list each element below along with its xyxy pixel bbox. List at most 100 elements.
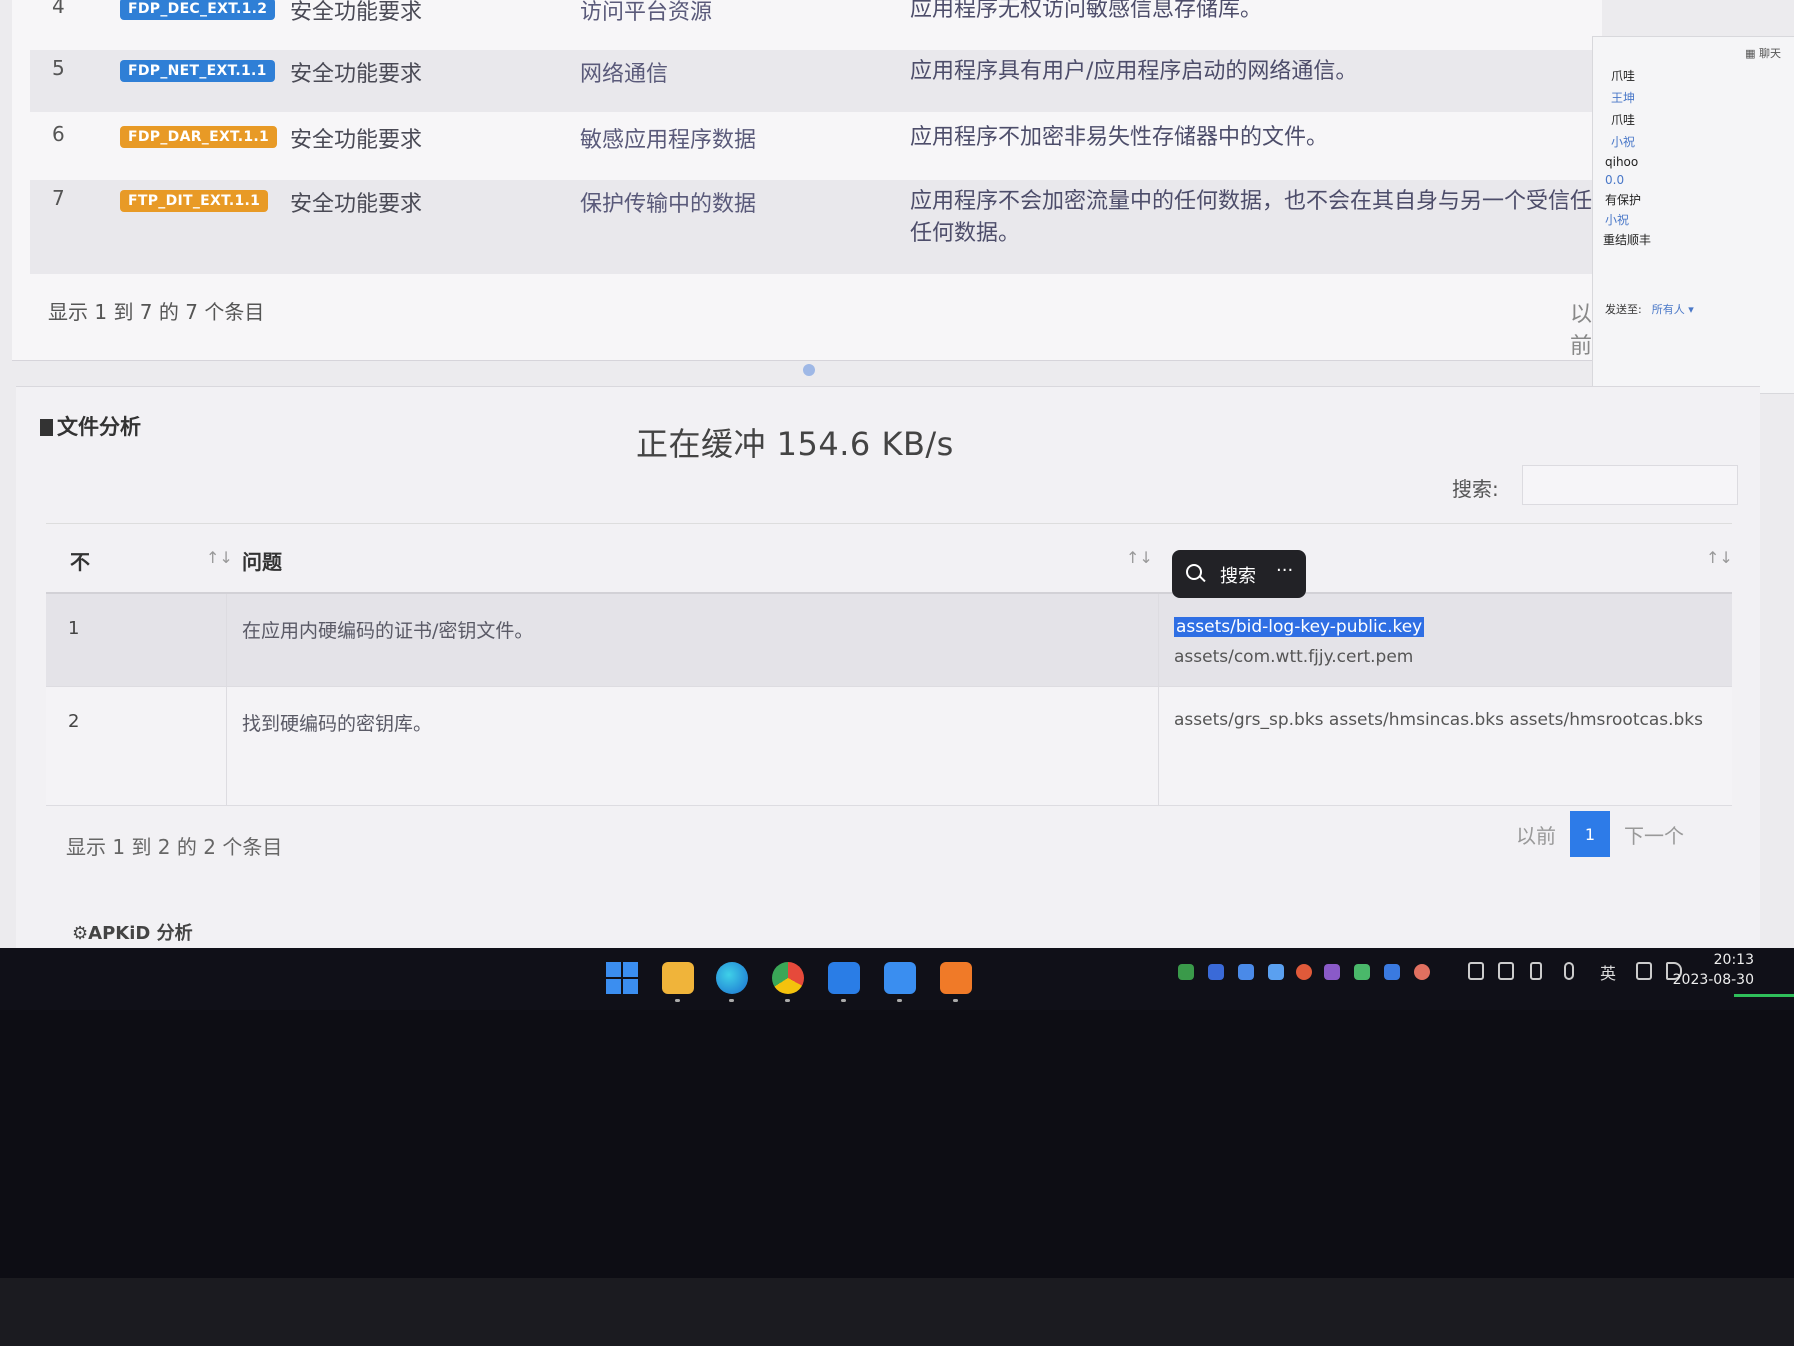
chat-message: 爪哇 [1611, 69, 1636, 83]
search-label: 搜索: [1452, 477, 1499, 501]
monitor-icon[interactable] [1468, 962, 1484, 980]
more-icon[interactable]: ··· [1276, 560, 1293, 581]
requirement-description: 应用程序无权访问敏感信息存储库。 [910, 0, 1263, 22]
next-section-title: ⚙APKiD 分析 [72, 923, 193, 944]
table-info: 显示 1 到 2 的 2 个条目 [66, 835, 283, 859]
requirements-panel: 4 FDP_DEC_EXT.1.2 安全功能要求 访问平台资源 应用程序无权访问… [12, 0, 1610, 361]
table-row: 6 FDP_DAR_EXT.1.1 安全功能要求 敏感应用程序数据 应用程序不加… [30, 118, 1610, 178]
page-1-button[interactable]: 1 [1570, 811, 1610, 857]
column-header-number[interactable]: 不 [70, 546, 90, 575]
chat-message: 重结顺丰 [1603, 233, 1652, 247]
previous-page-button[interactable]: 以前 [1516, 820, 1556, 849]
requirement-category: 网络通信 [580, 62, 669, 87]
notification-indicator [1734, 994, 1794, 997]
taskbar [0, 948, 1794, 1010]
row-number: 4 [52, 0, 65, 18]
remote-desktop-icon[interactable] [940, 962, 972, 1002]
selection-search-popup[interactable]: 搜索 ··· [1172, 550, 1306, 598]
usb-icon[interactable] [1530, 962, 1542, 980]
system-clock[interactable]: 20:13 2023-08-30 [1673, 950, 1754, 990]
file-list: assets/bid-log-key-public.key assets/com… [1174, 612, 1425, 672]
document-icon [40, 419, 53, 436]
row-number: 6 [52, 122, 65, 146]
table-row: 2 找到硬编码的密钥库。 assets/grs_sp.bks assets/hm… [46, 687, 1732, 806]
chat-message: 爪哇 [1611, 113, 1636, 127]
file-path[interactable]: assets/grs_sp.bks assets/hmsincas.bks as… [1174, 705, 1703, 735]
table-row: 1 在应用内硬编码的证书/密钥文件。 assets/bid-log-key-pu… [46, 594, 1732, 687]
file-analysis-table: 不 ↑↓ 问题 ↑↓ 文件 ↑↓ 1 在应用内硬编码的证书/密钥文件。 asse… [46, 523, 1733, 806]
description-line: 应用程序不会加密流量中的任何数据，也不会在其自身与另一个受信任的I [910, 189, 1610, 214]
chat-message: 小祝 [1605, 213, 1630, 227]
chat-panel: ▦ 聊天 爪哇 王坤 爪哇 小祝 qihoo 0.0 有保护 小祝 重结顺丰 发… [1592, 36, 1794, 394]
tray-icon[interactable] [1178, 964, 1194, 980]
search-input[interactable] [1522, 465, 1738, 505]
window-icon[interactable] [1498, 962, 1514, 980]
requirement-type: 安全功能要求 [290, 0, 423, 25]
requirement-type: 安全功能要求 [290, 192, 423, 217]
issue-text: 找到硬编码的密钥库。 [242, 713, 433, 735]
tray-icon[interactable] [1296, 964, 1312, 980]
table-header: 不 ↑↓ 问题 ↑↓ 文件 ↑↓ [46, 523, 1733, 594]
edge-browser-icon[interactable] [716, 962, 748, 1002]
chat-message: 有保护 [1605, 193, 1642, 207]
popup-search-label[interactable]: 搜索 [1220, 562, 1256, 588]
tray-icon[interactable] [1324, 964, 1340, 980]
requirement-badge: FDP_NET_EXT.1.1 [120, 60, 275, 82]
input-language[interactable]: 英 [1600, 960, 1616, 984]
windows-start-icon[interactable] [606, 962, 638, 994]
file-explorer-icon[interactable] [662, 962, 694, 1002]
tray-icon[interactable] [1414, 964, 1430, 980]
requirement-category: 访问平台资源 [580, 0, 713, 25]
tray-icon[interactable] [1384, 964, 1400, 980]
search-icon [1186, 564, 1202, 580]
description-line: 任何数据。 [910, 221, 1021, 246]
send-to-selector[interactable]: 发送至: 所有人 ▾ [1605, 301, 1694, 317]
tray-icon[interactable] [1238, 964, 1254, 980]
app-icon-2[interactable] [884, 962, 916, 1002]
sort-icon[interactable]: ↑↓ [1706, 548, 1733, 567]
clock-time: 20:13 [1713, 952, 1754, 968]
requirement-badge: FTP_DIT_EXT.1.1 [120, 190, 269, 212]
requirement-badge: FDP_DAR_EXT.1.1 [120, 126, 278, 148]
requirement-type: 安全功能要求 [290, 128, 423, 153]
send-to-label: 发送至: [1605, 303, 1642, 316]
clock-date: 2023-08-30 [1672, 972, 1754, 988]
send-to-value[interactable]: 所有人 ▾ [1652, 303, 1694, 316]
requirement-badge: FDP_DEC_EXT.1.2 [120, 0, 276, 20]
tray-icon[interactable] [1354, 964, 1370, 980]
requirement-description: 应用程序不会加密流量中的任何数据，也不会在其自身与另一个受信任的I 任何数据。 [910, 186, 1610, 250]
table-info: 显示 1 到 7 的 7 个条目 [48, 300, 265, 324]
selected-file-path[interactable]: assets/bid-log-key-public.key [1174, 617, 1425, 637]
requirement-category: 保护传输中的数据 [580, 192, 757, 217]
file-path[interactable]: assets/com.wtt.fjjy.cert.pem [1174, 642, 1424, 672]
requirement-description: 应用程序具有用户/应用程序启动的网络通信。 [910, 59, 1358, 84]
file-list: assets/grs_sp.bks assets/hmsincas.bks as… [1174, 705, 1703, 735]
monitor-edge [0, 1278, 1794, 1346]
row-number: 1 [68, 618, 80, 639]
sort-icon[interactable]: ↑↓ [206, 548, 233, 567]
network-icon[interactable] [1636, 962, 1652, 980]
microphone-icon[interactable] [1564, 962, 1574, 980]
requirement-description: 应用程序不加密非易失性存储器中的文件。 [910, 125, 1329, 150]
chat-message: 0.0 [1605, 173, 1625, 187]
row-number: 2 [68, 711, 80, 732]
sort-icon[interactable]: ↑↓ [1126, 548, 1153, 567]
column-header-issue[interactable]: 问题 [242, 546, 282, 575]
requirement-type: 安全功能要求 [290, 62, 423, 87]
pagination: 以前 1 下一个 [1516, 811, 1684, 857]
shield-icon[interactable] [1208, 964, 1224, 980]
chat-message: qihoo [1605, 155, 1639, 169]
buffering-overlay: 正在缓冲 154.6 KB/s [636, 425, 954, 463]
file-analysis-panel: 文件分析 正在缓冲 154.6 KB/s 搜索: 不 ↑↓ 问题 ↑↓ 文件 ↑… [16, 386, 1760, 948]
cloud-icon[interactable] [1268, 964, 1284, 980]
next-page-button[interactable]: 下一个 [1624, 820, 1684, 849]
table-row: 4 FDP_DEC_EXT.1.2 安全功能要求 访问平台资源 应用程序无权访问… [30, 0, 1610, 34]
chat-message: 王坤 [1611, 91, 1636, 105]
requirement-category: 敏感应用程序数据 [580, 128, 757, 153]
row-number: 5 [52, 56, 65, 80]
resize-handle[interactable] [803, 364, 815, 376]
issue-text: 在应用内硬编码的证书/密钥文件。 [242, 620, 534, 642]
chrome-browser-icon[interactable] [772, 962, 804, 1002]
chat-header: ▦ 聊天 [1745, 47, 1781, 60]
app-icon[interactable] [828, 962, 860, 1002]
